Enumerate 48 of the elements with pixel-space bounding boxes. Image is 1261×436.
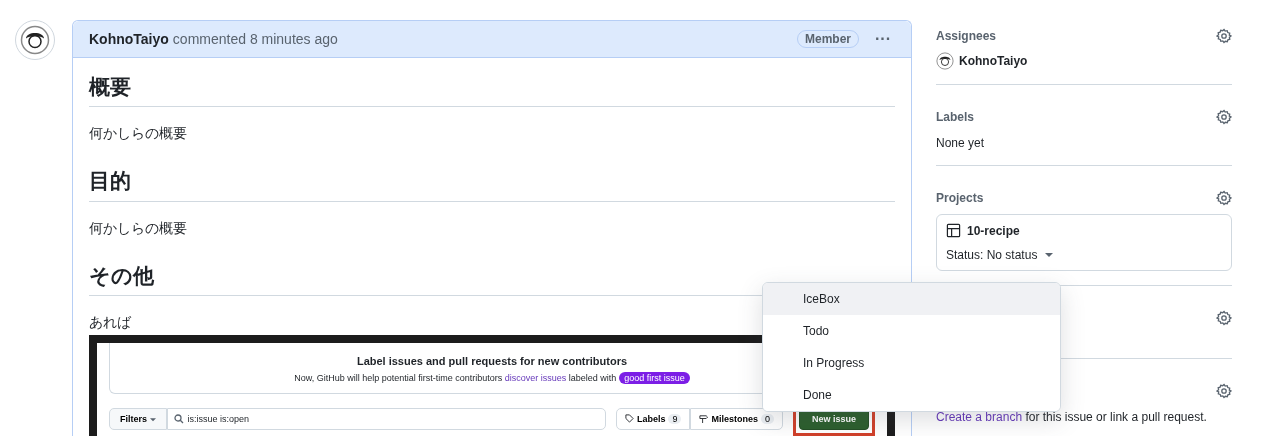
menu-item[interactable]: IceBox <box>763 283 1060 315</box>
labels-value: None yet <box>936 136 985 150</box>
banner-title: Label issues and pull requests for new contributors <box>356 354 628 367</box>
milestones-button[interactable]: Milestones 0 <box>690 407 783 430</box>
settings-icon <box>1216 190 1232 206</box>
caret-icon <box>149 417 156 422</box>
project-name[interactable]: 10-recipe <box>967 223 1020 238</box>
section-title: Projects <box>936 191 984 205</box>
settings-button[interactable] <box>1216 310 1232 326</box>
settings-icon <box>1216 109 1232 125</box>
settings-button[interactable] <box>1216 109 1232 125</box>
section-heading: 概要 <box>89 74 895 108</box>
label-tag: good first issue <box>619 371 690 384</box>
avatar-icon <box>20 25 50 55</box>
discover-link[interactable]: discover issues <box>504 372 567 383</box>
avatar-icon <box>936 52 954 70</box>
paragraph: あれば <box>89 312 131 332</box>
menu-item[interactable]: Done <box>763 379 1060 411</box>
development-text: Create a branch for this issue or link a pull request. <box>936 410 1207 424</box>
create-branch-link[interactable]: Create a branch <box>936 410 1023 424</box>
menu-item[interactable]: Todo <box>763 315 1060 347</box>
settings-button[interactable] <box>1216 190 1232 206</box>
comment-time: commented 8 minutes ago <box>172 31 339 47</box>
more-button[interactable]: ··· <box>871 30 895 48</box>
section-heading: 目的 <box>89 168 895 202</box>
table-icon <box>946 223 961 238</box>
paragraph: 何かしらの概要 <box>89 218 187 238</box>
paragraph: 何かしらの概要 <box>89 124 187 144</box>
settings-icon <box>1216 310 1232 326</box>
signpost-icon <box>699 414 709 424</box>
settings-button[interactable] <box>1216 28 1232 44</box>
settings-icon <box>1216 383 1232 399</box>
assignee-name[interactable]: KohnoTaiyo <box>959 54 1028 68</box>
search-field[interactable]: is:issue is:open <box>166 407 606 430</box>
search-icon <box>173 413 184 424</box>
filters-button[interactable]: Filters <box>109 407 167 430</box>
labels-button[interactable]: Labels 9 <box>615 407 691 430</box>
status-dropdown[interactable]: Status: No status <box>946 248 1222 262</box>
section-title: Assignees <box>936 29 997 43</box>
settings-icon <box>1216 28 1232 44</box>
comment-author[interactable]: KohnoTaiyo <box>89 31 169 47</box>
banner-text: Now, GitHub will help potential first-time contributors discover issues labeled with good first issue <box>294 372 690 383</box>
settings-button[interactable] <box>1216 383 1232 399</box>
tag-icon <box>624 414 634 424</box>
section-title: Labels <box>936 110 974 124</box>
caret-icon <box>1045 252 1054 258</box>
menu-item[interactable]: In Progress <box>763 347 1060 379</box>
user-avatar[interactable] <box>15 20 55 60</box>
